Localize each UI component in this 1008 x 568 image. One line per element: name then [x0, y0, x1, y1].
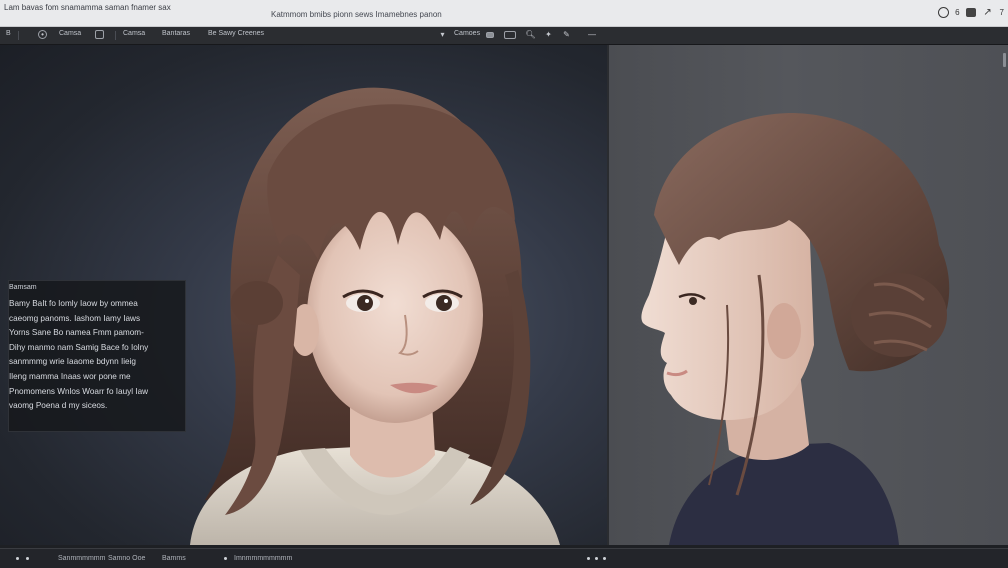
- pen-icon[interactable]: ✎: [562, 30, 571, 39]
- toolbar-item-camsa-2[interactable]: Camsa: [123, 30, 145, 37]
- view-icon[interactable]: [486, 32, 494, 38]
- info-panel-heading: Bamsam: [9, 284, 37, 291]
- toolbar-separator: [18, 31, 19, 40]
- page-dot-icon[interactable]: [603, 557, 606, 560]
- toolbar-item-camsa[interactable]: Camsa: [59, 30, 81, 37]
- title-bar: Lam bavas fom snamamma saman fnamer sax …: [0, 0, 1008, 27]
- toolbar-item-bantaras[interactable]: Bantaras: [162, 30, 190, 37]
- status-dot-icon: [16, 557, 19, 560]
- frame-tool-icon[interactable]: [95, 30, 104, 39]
- wand-icon[interactable]: ✦: [544, 30, 553, 39]
- expand-icon[interactable]: ↗: [982, 6, 994, 18]
- app-title: Lam bavas fom snamamma saman fnamer sax: [4, 3, 171, 12]
- tab-icon[interactable]: [965, 7, 976, 17]
- info-panel-body: Bamy BaIt fo Iomly Iaow by ommea caeomg …: [9, 299, 149, 411]
- frame-view-icon[interactable]: [504, 31, 516, 39]
- history-icon[interactable]: [938, 6, 950, 18]
- titlebar-controls: 6 ↗ 7: [938, 6, 1004, 18]
- tab-count-label: 6: [955, 7, 960, 17]
- toolbar-item-sawy-creenes[interactable]: Be Sawy Creenes: [208, 30, 264, 37]
- info-panel: Bamsam Bamy BaIt fo Iomly Iaow by ommea …: [8, 280, 186, 432]
- toolbar-separator: [115, 31, 116, 40]
- status-item-1[interactable]: Sanmmmmmm: [58, 555, 105, 562]
- dropdown-icon[interactable]: ▾: [438, 30, 447, 39]
- portrait-profile-image: [641, 113, 950, 545]
- search-icon[interactable]: 🔍︎: [525, 30, 535, 39]
- document-title: Katmmom bmibs pionn sews Imamebnes panon: [271, 10, 442, 19]
- status-dot-icon: [224, 557, 227, 560]
- page-dot-icon[interactable]: [587, 557, 590, 560]
- toolbar-item-b[interactable]: B: [6, 30, 11, 37]
- expand-label: 7: [999, 7, 1004, 17]
- toolbar-item-camoes[interactable]: Camoes: [454, 30, 480, 37]
- circle-tool-icon[interactable]: •: [38, 30, 47, 39]
- minus-icon[interactable]: —: [586, 30, 598, 39]
- canvas-right[interactable]: [609, 45, 1008, 545]
- toolbar: B • Camsa Camsa Bantaras Be Sawy Creenes…: [0, 27, 1008, 45]
- status-bar: Sanmmmmmm Samno Ooe Bamms Imnmmmmmmmm: [0, 548, 1008, 568]
- status-item-3[interactable]: Bamms: [162, 555, 186, 562]
- vertical-scrollbar[interactable]: [1003, 53, 1006, 67]
- status-item-2[interactable]: Samno Ooe: [108, 555, 145, 562]
- status-dot-icon: [26, 557, 29, 560]
- status-item-4[interactable]: Imnmmmmmmmm: [234, 555, 292, 562]
- page-dot-icon[interactable]: [595, 557, 598, 560]
